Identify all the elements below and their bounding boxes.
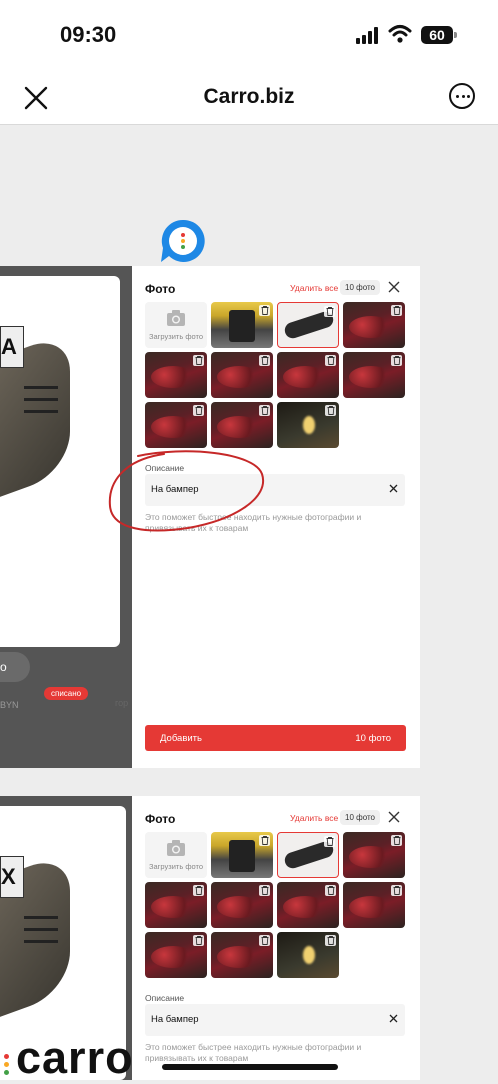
photo-thumbnail-selected[interactable] <box>277 302 339 348</box>
photo-thumbnail[interactable] <box>211 352 273 398</box>
add-button-label: Добавить <box>160 733 202 744</box>
upload-photo-button[interactable]: Загрузить фото <box>145 832 207 878</box>
trash-icon[interactable] <box>324 306 335 317</box>
photo-thumbnail[interactable] <box>145 932 207 978</box>
trash-icon[interactable] <box>391 355 402 366</box>
trash-icon[interactable] <box>259 305 270 316</box>
status-badge: списано <box>44 687 89 700</box>
trash-icon[interactable] <box>259 885 270 896</box>
trash-icon[interactable] <box>324 836 335 847</box>
trash-icon[interactable] <box>193 935 204 946</box>
modal-title: Фото <box>145 282 176 296</box>
clear-icon[interactable] <box>389 484 398 493</box>
photo-thumbnail[interactable] <box>277 932 339 978</box>
status-bar: 09:30 60 <box>0 0 498 72</box>
photo-count-badge: 10 фото <box>340 280 380 295</box>
logo-text: carro <box>16 1032 134 1083</box>
cellular-signal-icon <box>356 26 378 44</box>
page-title: Carro.biz <box>203 85 295 108</box>
upload-label: Загрузить фото <box>148 332 204 341</box>
trash-icon[interactable] <box>391 305 402 316</box>
photo-count-badge: 10 фото <box>340 810 380 825</box>
status-time: 09:30 <box>60 22 117 47</box>
photo-thumbnail[interactable] <box>145 402 207 448</box>
photo-thumbnail[interactable] <box>277 882 339 928</box>
photo-thumbnail[interactable] <box>211 832 273 878</box>
camera-icon <box>167 840 185 856</box>
close-icon[interactable] <box>388 811 400 823</box>
camera-icon <box>167 310 185 326</box>
photo-thumbnail[interactable] <box>211 932 273 978</box>
trash-icon[interactable] <box>325 355 336 366</box>
photo-thumbnail[interactable] <box>343 302 405 348</box>
add-button[interactable]: Добавить 10 фото <box>145 725 406 751</box>
upload-photo-button[interactable]: Загрузить фото <box>145 302 207 348</box>
photo-thumbnail[interactable] <box>211 882 273 928</box>
code-partial: BYN <box>0 700 19 710</box>
clear-icon[interactable] <box>389 1014 398 1023</box>
traffic-light-icon <box>4 1054 9 1078</box>
more-options-icon[interactable] <box>449 83 475 109</box>
trash-icon[interactable] <box>325 885 336 896</box>
annotation-circle <box>108 450 265 532</box>
wifi-icon <box>388 25 412 43</box>
photo-modal: Фото Удалить все 10 фото Загрузить фото … <box>132 796 420 1080</box>
trash-icon[interactable] <box>259 835 270 846</box>
toggle-partial[interactable]: о <box>0 652 30 682</box>
vehicle-photo: A <box>0 276 120 647</box>
photo-thumbnail-selected[interactable] <box>277 832 339 878</box>
delete-all-button[interactable]: Удалить все <box>290 813 338 823</box>
upload-label: Загрузить фото <box>148 862 204 871</box>
add-button-count: 10 фото <box>355 733 391 744</box>
trash-icon[interactable] <box>193 355 204 366</box>
home-indicator[interactable] <box>162 1064 338 1070</box>
photo-thumbnail[interactable] <box>343 832 405 878</box>
description-input[interactable]: На бампер <box>145 1004 405 1036</box>
trash-icon[interactable] <box>259 935 270 946</box>
photo-thumbnail[interactable] <box>277 352 339 398</box>
trash-icon[interactable] <box>259 405 270 416</box>
trash-icon[interactable] <box>193 405 204 416</box>
description-label: Описание <box>145 993 185 1003</box>
photo-thumbnail[interactable] <box>145 882 207 928</box>
trash-icon[interactable] <box>391 885 402 896</box>
trash-icon[interactable] <box>259 355 270 366</box>
photo-thumbnail[interactable] <box>343 882 405 928</box>
photo-thumbnail[interactable] <box>145 352 207 398</box>
description-hint: Это поможет быстрее находить нужные фото… <box>145 1042 362 1063</box>
photo-thumbnail[interactable] <box>343 352 405 398</box>
trash-icon[interactable] <box>391 835 402 846</box>
photo-thumbnail[interactable] <box>277 402 339 448</box>
description-value: На бампер <box>151 1014 199 1025</box>
chat-badge-icon[interactable] <box>159 218 207 264</box>
close-icon[interactable] <box>388 281 400 293</box>
nav-bar: Carro.biz <box>0 72 498 125</box>
trash-icon[interactable] <box>325 405 336 416</box>
battery-icon: 60 <box>421 26 457 44</box>
modal-title: Фото <box>145 812 176 826</box>
trash-icon[interactable] <box>325 935 336 946</box>
photo-thumbnail[interactable] <box>211 402 273 448</box>
photo-thumbnail[interactable] <box>211 302 273 348</box>
place-partial: гор <box>115 698 129 708</box>
trash-icon[interactable] <box>193 885 204 896</box>
delete-all-button[interactable]: Удалить все <box>290 283 338 293</box>
